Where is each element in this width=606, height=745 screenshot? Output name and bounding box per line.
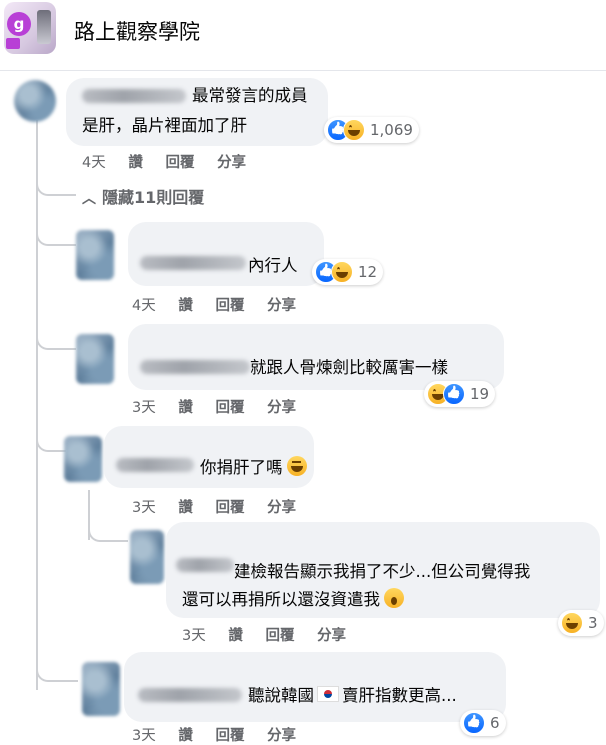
reaction-summary[interactable]: 6 [460,710,506,736]
comment-bubble: 最常發言的成員 是肝，晶片裡面加了肝 [66,78,328,146]
commenter-name-blurred[interactable] [176,558,234,572]
share-button[interactable]: 分享 [267,400,296,416]
commenter-name-blurred[interactable] [82,89,186,103]
reply-button[interactable]: 回覆 [215,400,244,416]
page-logo-icon: g [7,12,31,36]
reaction-count: 3 [588,614,598,632]
comment-meta: 4天 讚 回覆 分享 [132,294,314,315]
reply-button[interactable]: 回覆 [215,728,244,744]
reply-button[interactable]: 回覆 [265,628,294,644]
reaction-count: 19 [470,385,490,403]
comment-meta: 3天 讚 回覆 分享 [132,396,314,417]
reaction-count: 12 [358,263,378,281]
comment-text-content: 賣肝指數更高... [342,686,457,705]
share-button[interactable]: 分享 [267,728,296,744]
like-button[interactable]: 讚 [178,298,193,314]
like-reaction-icon [443,383,465,405]
comment-text: 你捐肝了嗎 [200,454,307,482]
like-button[interactable]: 讚 [178,400,193,416]
comment-text: 聽說韓國 賣肝指數更高... [248,682,457,710]
reaction-summary[interactable]: 3 [558,610,604,636]
comment-text: 是肝，晶片裡面加了肝 [82,116,247,135]
thread-connector [36,222,76,246]
comment-time[interactable]: 4天 [82,155,106,171]
comment-time[interactable]: 3天 [132,728,156,744]
share-button[interactable]: 分享 [317,628,346,644]
comment-text: 最常發言的成員 [192,86,308,105]
haha-reaction-icon [561,612,583,634]
hide-replies-label: 隱藏11則回覆 [102,188,205,207]
south-korea-flag-icon [317,686,339,702]
reaction-summary[interactable]: 1,069 [324,117,419,143]
comment-time[interactable]: 3天 [182,628,206,644]
reply-button[interactable]: 回覆 [215,500,244,516]
comment-bubble: 建檢報告顯示我捐了不少...但公司覺得我 還可以再捐所以還沒資遣我 [166,522,600,618]
like-reaction-icon [463,712,485,734]
comment-meta: 3天 讚 回覆 分享 [132,496,314,517]
avatar[interactable] [76,230,114,280]
like-button[interactable]: 讚 [178,728,193,744]
comment-text-content: 你捐肝了嗎 [200,458,283,477]
comment-text-content: 還可以再捐所以還沒資遣我 [182,590,380,609]
comment-bubble: 內行人 [128,222,324,286]
comment-time[interactable]: 3天 [132,500,156,516]
page-avatar[interactable]: g [4,2,56,54]
astonished-emoji-icon [384,588,404,608]
reply-button[interactable]: 回覆 [215,298,244,314]
commenter-name-blurred[interactable] [140,360,250,374]
grinning-emoji-icon [286,456,307,476]
thread-connector [36,650,78,682]
comment-time[interactable]: 4天 [132,298,156,314]
share-button[interactable]: 分享 [217,155,246,171]
avatar[interactable] [82,662,120,716]
page-header: g 路上觀察學院 [0,0,606,71]
thread-line-main [36,120,38,690]
avatar[interactable] [14,80,56,122]
like-button[interactable]: 讚 [178,500,193,516]
haha-reaction-icon [343,119,365,141]
avatar[interactable] [76,334,114,384]
avatar[interactable] [64,436,102,482]
hide-replies-button[interactable]: ︿ 隱藏11則回覆 [82,184,204,208]
avatar[interactable] [130,530,164,584]
reaction-count: 6 [490,714,500,732]
thread-connector [36,428,66,452]
thread-connector [36,326,76,350]
reaction-count: 1,069 [370,121,413,139]
reaction-summary[interactable]: 19 [424,381,496,407]
commenter-name-blurred[interactable] [116,458,194,472]
like-button[interactable]: 讚 [128,155,143,171]
like-button[interactable]: 讚 [228,628,243,644]
commenter-name-blurred[interactable] [140,256,246,270]
comment-meta: 3天 讚 回覆 分享 [132,724,314,745]
reply-button[interactable]: 回覆 [165,155,194,171]
page-title[interactable]: 路上觀察學院 [74,16,200,46]
comment-text: 建檢報告顯示我捐了不少...但公司覺得我 [234,562,531,581]
comment-time[interactable]: 3天 [132,400,156,416]
share-button[interactable]: 分享 [267,298,296,314]
device-image-icon [37,10,51,44]
comment-meta: 3天 讚 回覆 分享 [182,624,364,645]
comment-meta: 4天 讚 回覆 分享 [82,151,264,172]
commenter-name-blurred[interactable] [138,688,242,702]
comment-bubble: 你捐肝了嗎 [104,426,314,488]
haha-reaction-icon [331,261,353,283]
comment-text: 就跟人骨煉劍比較厲害一樣 [250,358,448,377]
page-logo-badge [6,38,21,49]
comment-text: 內行人 [248,256,298,275]
comment-bubble: 聽說韓國 賣肝指數更高... [124,652,506,722]
share-button[interactable]: 分享 [267,500,296,516]
chevron-up-icon: ︿ [82,191,96,207]
thread-connector [36,180,76,196]
thread-connector [88,520,128,542]
reaction-summary[interactable]: 12 [312,259,384,285]
comment-text: 還可以再捐所以還沒資遣我 [182,586,404,614]
comment-text-content: 聽說韓國 [248,686,314,705]
